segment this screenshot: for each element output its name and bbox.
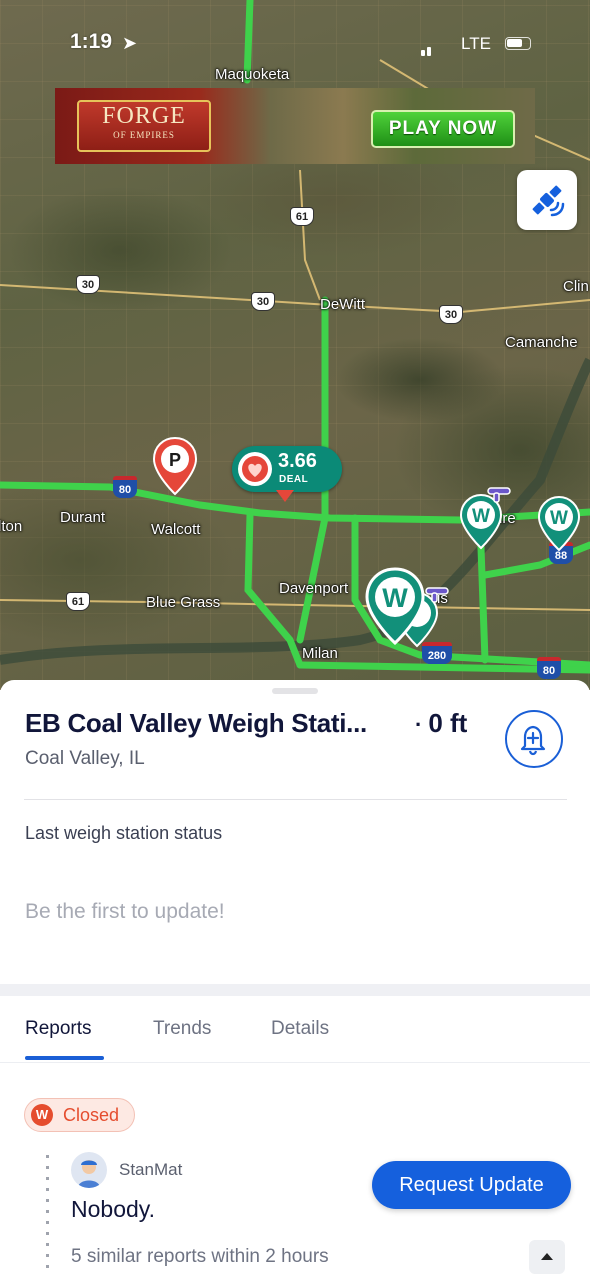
place-label: Milan [302,645,338,662]
place-label: Blue Grass [146,594,221,611]
location-arrow-icon: ➤ [122,33,138,53]
scale-icon [425,587,449,603]
similar-reports-text: 5 similar reports within 2 hours [71,1246,329,1267]
tab-details[interactable]: Details [271,1018,329,1040]
deal-price: 3.66 [278,450,317,472]
interstate-shield: 80 [113,476,137,498]
ad-cta-button[interactable]: PLAY NOW [371,110,515,148]
station-location: Coal Valley, IL [25,748,145,769]
weigh-station-badge-icon: W [31,1104,53,1126]
bell-plus-icon [520,725,546,756]
empty-status-prompt: Be the first to update! [25,900,225,923]
satellite-icon [532,185,565,217]
place-label: Davenport [279,580,349,597]
status-time: 1:19 [70,30,113,53]
divider [24,799,567,800]
ad-logo-subtitle: OF EMPIRES [113,130,175,140]
request-update-button[interactable]: Request Update [372,1161,571,1209]
route-shield: 30 [439,305,463,324]
heart-icon [238,452,272,486]
sheet-grabber[interactable] [272,688,318,694]
parking-pin[interactable]: P [152,436,198,496]
place-label: Camanche [505,334,578,351]
svg-text:W: W [550,508,568,529]
deal-label: DEAL [279,474,309,485]
last-status-label: Last weigh station status [25,823,223,843]
station-distance: · 0 ft [415,708,467,739]
tab-bar: Reports Trends Details [0,996,590,1063]
route-shield: 61 [290,207,314,226]
interstate-shield: 80 [537,657,561,679]
route-shield: 30 [251,292,275,311]
tab-trends[interactable]: Trends [153,1018,211,1040]
ad-banner[interactable]: FORGE OF EMPIRES PLAY NOW [55,88,535,164]
place-label: DeWitt [320,296,365,313]
fuel-deal-pin[interactable]: 3.66 DEAL [232,446,342,502]
avatar [71,1152,107,1188]
section-separator [0,984,590,996]
route-shield: 30 [76,275,100,294]
network-type: LTE [461,34,491,53]
map-layers-button[interactable] [517,170,577,230]
place-label: Clin [563,278,589,295]
station-title: EB Coal Valley Weigh Stati... [25,708,367,738]
status-bar: 1:19 ➤ LTE [0,26,590,62]
weigh-station-pin[interactable]: W [536,494,582,552]
chevron-up-icon [541,1253,553,1260]
status-text: Closed [63,1105,120,1125]
distance-value: 0 ft [428,708,468,738]
timeline-dots [46,1155,49,1275]
place-label: Durant [60,509,106,526]
svg-text:W: W [472,506,490,527]
tab-reports[interactable]: Reports [25,1018,92,1040]
alert-subscribe-button[interactable] [505,710,563,768]
report-text: Nobody. [71,1196,155,1222]
station-sheet: EB Coal Valley Weigh Stati... · 0 ft Coal… [0,680,590,1278]
place-label: lton [0,518,23,535]
svg-text:W: W [382,583,408,613]
expand-up-button[interactable] [529,1240,565,1274]
separator-dot: · [415,712,423,737]
svg-text:P: P [169,450,181,470]
ad-logo: FORGE OF EMPIRES [77,100,211,152]
status-badge: W Closed [24,1098,135,1132]
reporter-name: StanMat [119,1160,183,1179]
selected-weigh-station-pin[interactable]: W [364,566,426,646]
battery-icon [505,37,531,50]
place-label: Walcott [151,521,201,538]
deal-pin-tail [276,490,294,502]
scale-icon [487,487,511,503]
active-tab-indicator [25,1056,104,1060]
signal-icon [421,38,433,56]
map-view[interactable]: Maquoketa DeWitt Camanche Clin Durant Wa… [0,0,590,690]
ad-logo-title: FORGE [102,103,186,129]
place-label: Maquoketa [215,66,290,83]
route-shield: 61 [66,592,90,611]
